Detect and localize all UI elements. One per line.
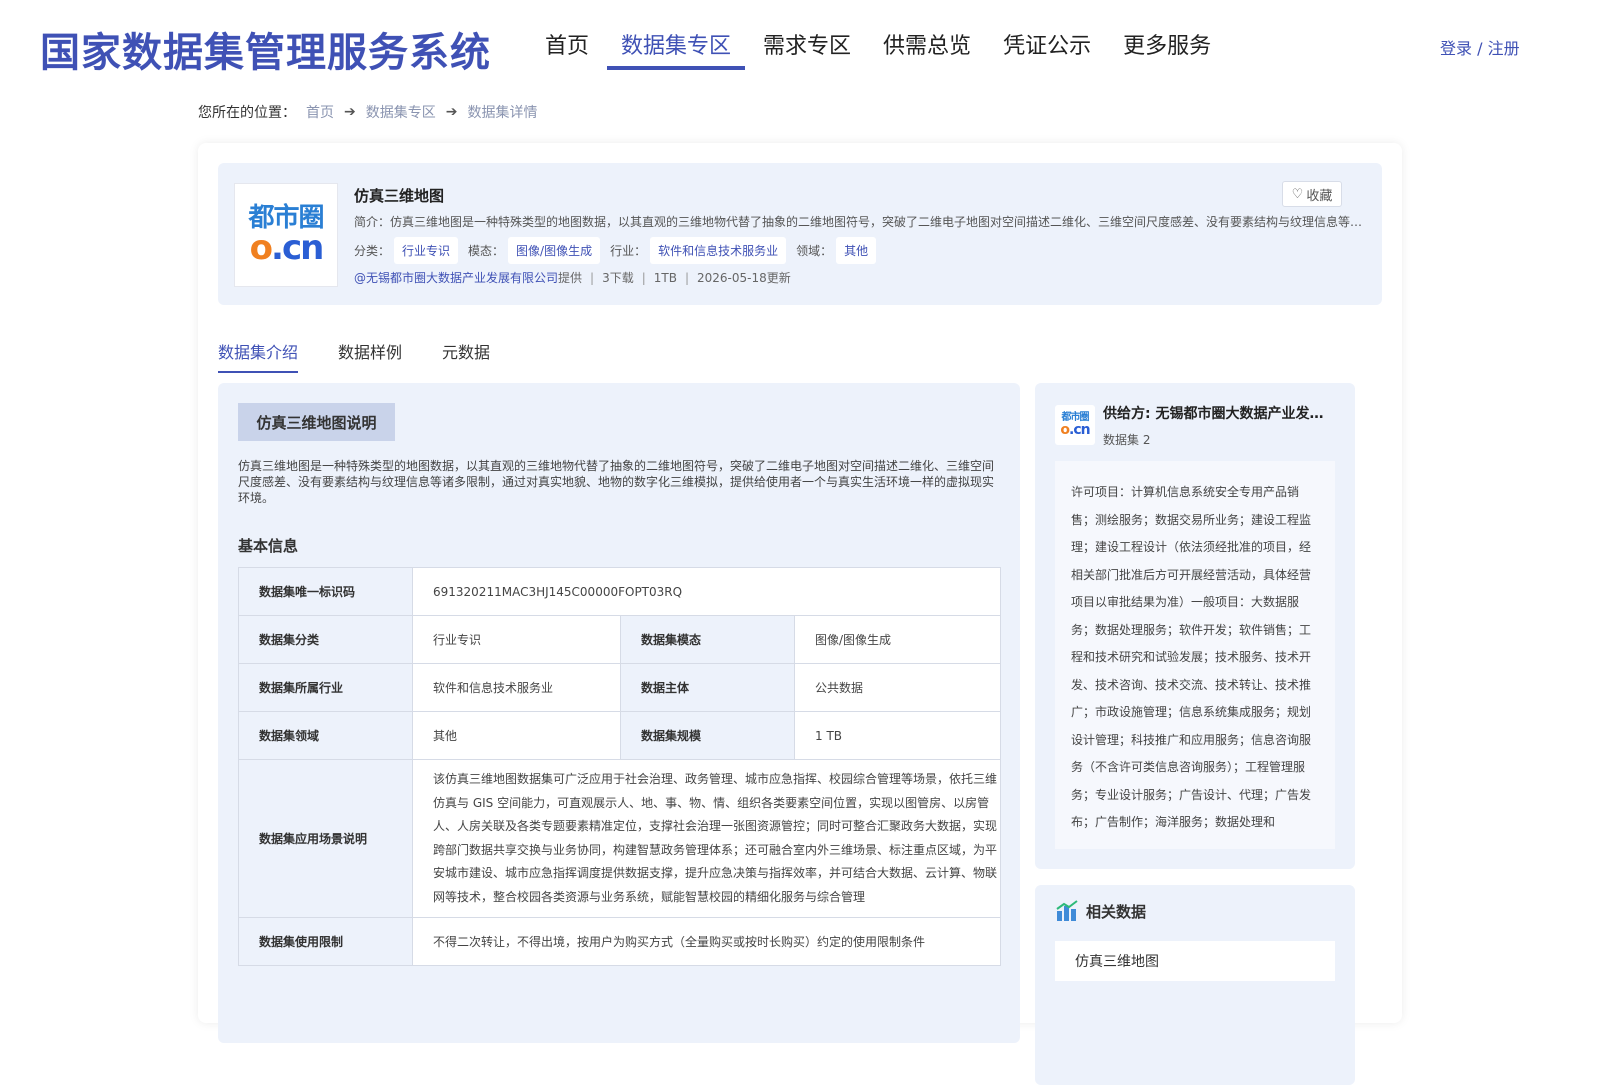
table-row: 数据集所属行业 软件和信息技术服务业 数据主体 公共数据 xyxy=(238,663,1001,712)
dataset-detail-card: 都市圈 o.cn 仿真三维地图 简介：仿真三维地图是一种特殊类型的地图数据，以其… xyxy=(198,143,1402,1085)
tab-samples[interactable]: 数据样例 xyxy=(338,339,402,373)
industry-label: 数据集所属行业 xyxy=(238,663,413,712)
related-data-card: 相关数据 仿真三维地图 xyxy=(1035,885,1355,1085)
id-label: 数据集唯一标识码 xyxy=(238,567,413,616)
login-register-link[interactable]: 登录 / 注册 xyxy=(1440,35,1520,59)
category-label: 数据集分类 xyxy=(238,615,413,664)
modality-label: 模态： xyxy=(468,244,505,258)
supplier-name[interactable]: 供给方: 无锡都市圈大数据产业发展有限公司 xyxy=(1103,403,1335,423)
table-row: 数据集使用限制 不得二次转让，不得出境，按用户为购买方式（全量购买或按时长购买）… xyxy=(238,917,1001,966)
scale-label: 数据集规模 xyxy=(620,711,795,760)
modality-tag[interactable]: 图像/图像生成 xyxy=(508,237,601,264)
supplier-card: 都市圈 o.cn 供给方: 无锡都市圈大数据产业发展有限公司 数据集 2 许可项… xyxy=(1035,383,1355,869)
download-count: 3下载 xyxy=(602,271,634,285)
dataset-description: 仿真三维地图是一种特殊类型的地图数据，以其直观的三维地物代替了抽象的二维地图符号… xyxy=(238,459,995,505)
dataset-summary: 都市圈 o.cn 仿真三维地图 简介：仿真三维地图是一种特殊类型的地图数据，以其… xyxy=(218,163,1382,305)
dataset-tags: 分类： 行业专识 模态： 图像/图像生成 行业： 软件和信息技术服务业 领域： … xyxy=(354,237,886,264)
arrow-right-icon: ➔ xyxy=(344,104,356,120)
introduction-panel: 仿真三维地图说明 仿真三维地图是一种特殊类型的地图数据，以其直观的三维地物代替了… xyxy=(218,383,1020,1043)
nav-item-more[interactable]: 更多服务 xyxy=(1123,28,1211,70)
provider-suffix: 提供 xyxy=(558,271,583,285)
bar-chart-icon xyxy=(1056,900,1078,921)
favorite-label: 收藏 xyxy=(1306,188,1333,204)
site-header: 国家数据集管理服务系统 首页 数据集专区 需求专区 供需总览 凭证公示 更多服务… xyxy=(0,0,1600,90)
table-row: 数据集应用场景说明 该仿真三维地图数据集可广泛应用于社会治理、政务管理、城市应急… xyxy=(238,759,1001,918)
category-label: 分类： xyxy=(354,244,391,258)
tab-metadata[interactable]: 元数据 xyxy=(442,339,490,373)
heart-icon: ♡ xyxy=(1291,186,1304,202)
domain-value: 其他 xyxy=(412,711,621,760)
provider-logo: 都市圈 o.cn xyxy=(234,183,338,287)
tab-introduction[interactable]: 数据集介绍 xyxy=(218,339,299,373)
dataset-title: 仿真三维地图 xyxy=(354,187,445,205)
supplier-logo: 都市圈 o.cn xyxy=(1055,405,1095,445)
subject-value: 公共数据 xyxy=(794,663,1001,712)
dataset-intro: 简介：仿真三维地图是一种特殊类型的地图数据，以其直观的三维地物代替了抽象的二维地… xyxy=(354,215,1364,229)
favorite-button[interactable]: ♡ 收藏 xyxy=(1282,181,1342,207)
breadcrumb: 您所在的位置： 首页 ➔ 数据集专区 ➔ 数据集详情 xyxy=(198,102,537,122)
supplier-dataset-count: 数据集 2 xyxy=(1103,433,1151,447)
modality-value: 图像/图像生成 xyxy=(794,615,1001,664)
limit-label: 数据集使用限制 xyxy=(238,917,413,966)
nav-item-credentials[interactable]: 凭证公示 xyxy=(1003,28,1091,70)
modality-label: 数据集模态 xyxy=(620,615,795,664)
table-row: 数据集分类 行业专识 数据集模态 图像/图像生成 xyxy=(238,615,1001,664)
update-date: 2026-05-18更新 xyxy=(697,271,791,285)
dataset-size: 1TB xyxy=(653,271,677,285)
related-title: 相关数据 xyxy=(1086,903,1147,921)
breadcrumb-current: 数据集详情 xyxy=(467,105,538,121)
scenario-label: 数据集应用场景说明 xyxy=(238,759,413,918)
related-item[interactable]: 仿真三维地图 xyxy=(1055,941,1335,981)
scale-value: 1 TB xyxy=(794,711,1001,760)
domain-label: 数据集领域 xyxy=(238,711,413,760)
table-row: 数据集唯一标识码 691320211MAC3HJ145C00000FOPT03R… xyxy=(238,567,1001,616)
category-value: 行业专识 xyxy=(412,615,621,664)
breadcrumb-prefix: 您所在的位置： xyxy=(198,105,296,121)
basic-info-table: 数据集唯一标识码 691320211MAC3HJ145C00000FOPT03R… xyxy=(238,567,1001,966)
section-heading: 仿真三维地图说明 xyxy=(238,403,395,441)
nav-item-overview[interactable]: 供需总览 xyxy=(883,28,971,70)
supplier-description: 许可项目：计算机信息系统安全专用产品销售；测绘服务；数据交易所业务；建设工程监理… xyxy=(1055,461,1335,849)
table-row: 数据集领域 其他 数据集规模 1 TB xyxy=(238,711,1001,760)
arrow-right-icon: ➔ xyxy=(445,104,458,120)
breadcrumb-home[interactable]: 首页 xyxy=(306,102,334,122)
subject-label: 数据主体 xyxy=(620,663,795,712)
id-value: 691320211MAC3HJ145C00000FOPT03RQ xyxy=(412,567,1001,616)
category-tag[interactable]: 行业专识 xyxy=(394,237,459,264)
nav-item-datasets[interactable]: 数据集专区 xyxy=(607,28,746,70)
site-title[interactable]: 国家数据集管理服务系统 xyxy=(40,20,491,78)
provider-line: @无锡都市圈大数据产业发展有限公司提供 | 3下载 | 1TB | 2026-05-18更新 xyxy=(354,271,791,285)
scenario-value: 该仿真三维地图数据集可广泛应用于社会治理、政务管理、城市应急指挥、校园综合管理等… xyxy=(412,759,1001,918)
nav-item-home[interactable]: 首页 xyxy=(545,28,589,70)
provider-link[interactable]: @无锡都市圈大数据产业发展有限公司 xyxy=(354,271,558,285)
industry-label: 行业： xyxy=(610,244,647,258)
breadcrumb-datasets[interactable]: 数据集专区 xyxy=(366,102,436,122)
logo-text-bottom: o.cn xyxy=(249,228,325,268)
main-nav: 首页 数据集专区 需求专区 供需总览 凭证公示 更多服务 xyxy=(545,28,1243,70)
domain-label: 领域： xyxy=(796,244,833,258)
nav-item-demand[interactable]: 需求专区 xyxy=(763,28,851,70)
detail-tabs: 数据集介绍 数据样例 元数据 xyxy=(218,339,530,373)
limit-value: 不得二次转让，不得出境，按用户为购买方式（全量购买或按时长购买）约定的使用限制条… xyxy=(412,917,1001,966)
basic-info-heading: 基本信息 xyxy=(238,537,299,555)
industry-value: 软件和信息技术服务业 xyxy=(412,663,621,712)
domain-tag[interactable]: 其他 xyxy=(836,237,877,264)
industry-tag[interactable]: 软件和信息技术服务业 xyxy=(650,237,787,264)
